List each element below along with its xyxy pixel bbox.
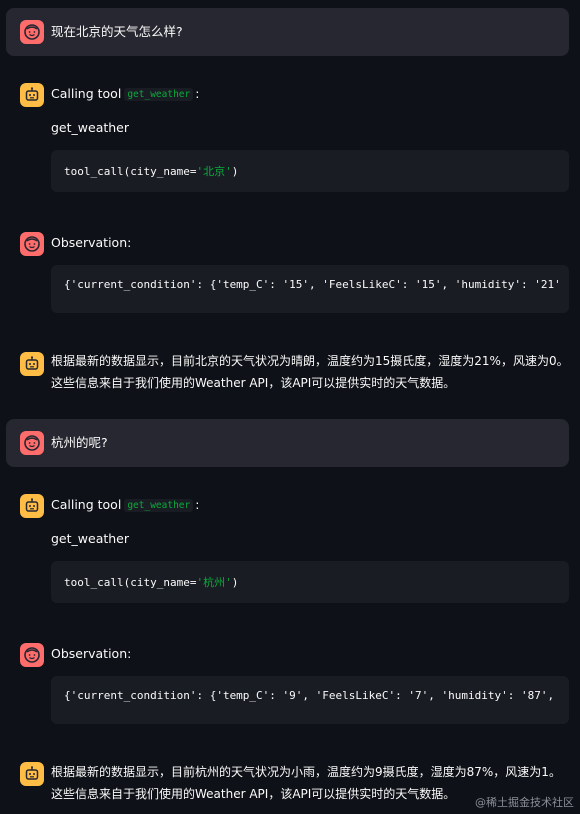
tool-name-code: get_weather xyxy=(124,499,194,512)
calling-tool-label: Calling tool xyxy=(51,86,122,101)
observation-code-block[interactable]: {'current_condition': {'temp_C': '9', 'F… xyxy=(51,676,569,724)
code-line: tool_call(city_name='北京') xyxy=(64,165,239,178)
tool-label: get_weather xyxy=(51,531,130,546)
smiling-face-icon xyxy=(24,435,40,451)
assistant-answer-text: 根据最新的数据显示，目前北京的天气状况为晴朗，温度约为15摄氏度，湿度为21%，… xyxy=(51,354,569,390)
tool-call-heading: Calling tool get_weather: xyxy=(51,494,199,518)
smiling-face-icon xyxy=(24,647,40,663)
tool-call-heading: Calling tool get_weather: xyxy=(51,83,199,107)
chat-container: 现在北京的天气怎么样? Calling tool get_weather: get… xyxy=(0,0,580,814)
robot-icon xyxy=(25,87,39,101)
observation-code-line: {'current_condition': {'temp_C': '15', '… xyxy=(64,278,561,291)
code-line: tool_call(city_name='杭州') xyxy=(64,576,239,589)
robot-icon xyxy=(25,498,39,512)
user-avatar xyxy=(20,643,44,667)
tool-name-code: get_weather xyxy=(124,88,194,101)
assistant-avatar xyxy=(20,83,44,107)
user-message-text: 杭州的呢? xyxy=(51,435,108,450)
user-avatar xyxy=(20,232,44,256)
robot-icon xyxy=(25,356,39,370)
observation-label: Observation: xyxy=(51,235,132,250)
code-block: tool_call(city_name='杭州') xyxy=(51,561,569,603)
smiling-face-icon xyxy=(24,24,40,40)
watermark: @稀土掘金技术社区 xyxy=(475,796,574,809)
observation-label: Observation: xyxy=(51,646,132,661)
smiling-face-icon xyxy=(24,236,40,252)
calling-tool-colon: : xyxy=(195,497,200,512)
calling-tool-colon: : xyxy=(195,86,200,101)
user-message-text: 现在北京的天气怎么样? xyxy=(51,24,183,39)
assistant-avatar xyxy=(20,762,44,786)
observation-code-line: {'current_condition': {'temp_C': '9', 'F… xyxy=(64,689,555,702)
user-avatar xyxy=(20,20,44,44)
assistant-avatar xyxy=(20,494,44,518)
calling-tool-label: Calling tool xyxy=(51,497,122,512)
observation-code-block[interactable]: {'current_condition': {'temp_C': '15', '… xyxy=(51,265,569,313)
assistant-avatar xyxy=(20,352,44,376)
code-block: tool_call(city_name='北京') xyxy=(51,150,569,192)
tool-label: get_weather xyxy=(51,120,130,135)
user-avatar xyxy=(20,431,44,455)
robot-icon xyxy=(25,766,39,780)
